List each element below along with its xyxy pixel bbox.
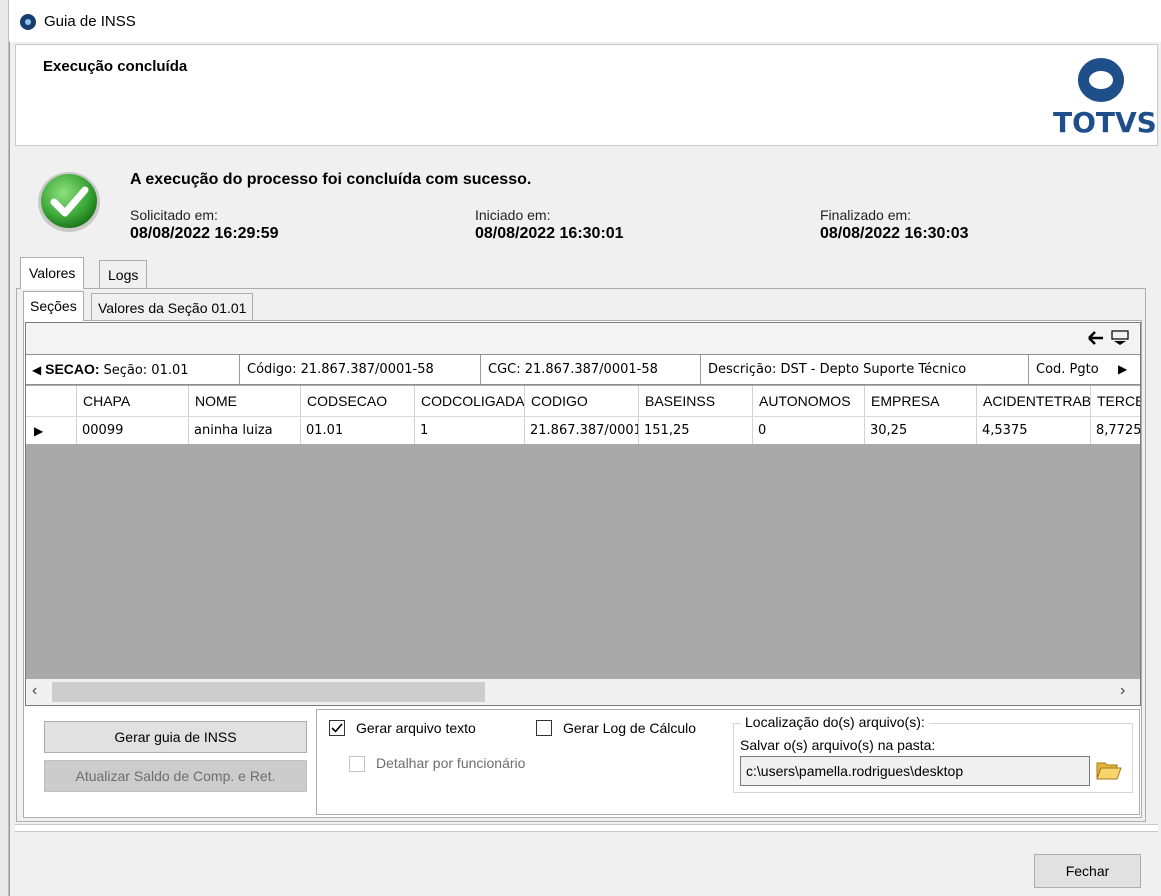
folder-open-icon[interactable] (1096, 759, 1122, 781)
finished-label: Finalizado em: (820, 207, 912, 223)
requested-value: 08/08/2022 16:29:59 (130, 225, 279, 242)
table-cell[interactable]: 21.867.387/0001-58 (525, 417, 639, 444)
column-header[interactable]: CHAPA (77, 386, 189, 416)
tab-logs[interactable]: Logs (99, 260, 148, 288)
group-scroll-right-icon[interactable]: ▶ (1118, 355, 1127, 384)
started-value: 08/08/2022 16:30:01 (475, 225, 624, 242)
table-cell[interactable]: 0 (753, 417, 865, 444)
detalhar-funcionario-label[interactable]: Detalhar por funcionário (376, 755, 525, 771)
group-cell-codpgto: Cod. Pgto (1036, 362, 1099, 377)
table-cell[interactable]: 1 (415, 417, 525, 444)
row-indicator-header (26, 386, 77, 416)
finished-value: 08/08/2022 16:30:03 (820, 225, 969, 242)
scrollbar-thumb[interactable] (52, 682, 485, 702)
page-title: Execução concluída (43, 58, 188, 75)
group-cell-secao: ◀ SECAO: Seção: 01.01 (26, 355, 240, 384)
group-scroll-left-icon[interactable]: ◀ (32, 363, 41, 377)
footer-divider (15, 824, 1158, 832)
column-header[interactable]: AUTONOMOS (753, 386, 865, 416)
table-cell[interactable]: 4,5375 (977, 417, 1091, 444)
title-bar (9, 0, 1161, 42)
column-header[interactable]: NOME (189, 386, 301, 416)
gerar-guia-button[interactable]: Gerar guia de INSS (44, 721, 307, 753)
grid-toolbar (26, 323, 1140, 354)
row-selected-indicator-icon: ▶ (26, 417, 77, 444)
column-header[interactable]: CODCOLIGADA (415, 386, 525, 416)
column-header[interactable]: CODSECAO (301, 386, 415, 416)
column-header-row: CHAPA NOME CODSECAO CODCOLIGADA CODIGO B… (26, 386, 1140, 416)
gerar-log-calculo-label[interactable]: Gerar Log de Cálculo (563, 720, 696, 736)
scroll-left-icon[interactable]: ‹ (32, 682, 37, 700)
table-cell[interactable]: 00099 (77, 417, 189, 444)
checkmark-icon (331, 723, 343, 733)
tab-valores[interactable]: Valores (20, 257, 85, 289)
column-header[interactable]: EMPRESA (865, 386, 977, 416)
group-prefix: SECAO: (45, 361, 100, 377)
column-header[interactable]: TERCEIROS (1091, 386, 1140, 416)
window-title: Guia de INSS (44, 13, 136, 30)
group-header-row: ◀ SECAO: Seção: 01.01 Código: 21.867.387… (26, 354, 1140, 385)
save-folder-label: Salvar o(s) arquivo(s) na pasta: (740, 737, 936, 753)
gerar-arquivo-texto-label[interactable]: Gerar arquivo texto (356, 720, 476, 736)
scroll-right-icon[interactable]: › (1120, 682, 1125, 700)
column-header[interactable]: CODIGO (525, 386, 639, 416)
file-location-legend: Localização do(s) arquivo(s): (741, 714, 929, 730)
group-cell-cgc: CGC: 21.867.387/0001-58 (481, 355, 701, 384)
success-check-icon (38, 172, 100, 232)
app-icon (20, 14, 36, 30)
detalhar-funcionario-checkbox[interactable] (349, 756, 365, 772)
success-message: A execução do processo foi concluída com… (130, 171, 532, 188)
gerar-arquivo-texto-checkbox[interactable] (329, 720, 345, 736)
fechar-button[interactable]: Fechar (1034, 854, 1141, 888)
table-cell[interactable]: 151,25 (639, 417, 753, 444)
tab-secoes[interactable]: Seções (23, 291, 84, 321)
started-label: Iniciado em: (475, 207, 551, 223)
table-cell[interactable]: 01.01 (301, 417, 415, 444)
table-row[interactable]: ▶ 00099 aninha luiza 01.01 1 21.867.387/… (26, 416, 1140, 444)
group-value: Seção: 01.01 (103, 363, 189, 378)
table-cell[interactable]: 30,25 (865, 417, 977, 444)
totvs-logo-text: TOTVS (1053, 106, 1157, 139)
column-header[interactable]: BASEINSS (639, 386, 753, 416)
gerar-log-calculo-checkbox[interactable] (536, 720, 552, 736)
atualizar-saldo-button[interactable]: Atualizar Saldo de Comp. e Ret. (44, 760, 307, 792)
table-cell[interactable]: 8,7725 (1091, 417, 1140, 444)
group-cell-descricao: Descrição: DST - Depto Suporte Técnico (701, 355, 1029, 384)
tab-valores-secao[interactable]: Valores da Seção 01.01 (91, 293, 254, 320)
group-cell-codigo: Código: 21.867.387/0001-58 (240, 355, 481, 384)
column-header[interactable]: ACIDENTETRAB (977, 386, 1091, 416)
table-cell[interactable]: aninha luiza (189, 417, 301, 444)
grid-filter-icon[interactable] (1111, 330, 1129, 346)
totvs-logo-icon (1078, 58, 1124, 102)
requested-label: Solicitado em: (130, 207, 218, 223)
save-folder-input[interactable]: c:\users\pamella.rodrigues\desktop (740, 756, 1090, 786)
background-strip (0, 0, 9, 896)
arrow-left-icon[interactable] (1088, 331, 1104, 345)
